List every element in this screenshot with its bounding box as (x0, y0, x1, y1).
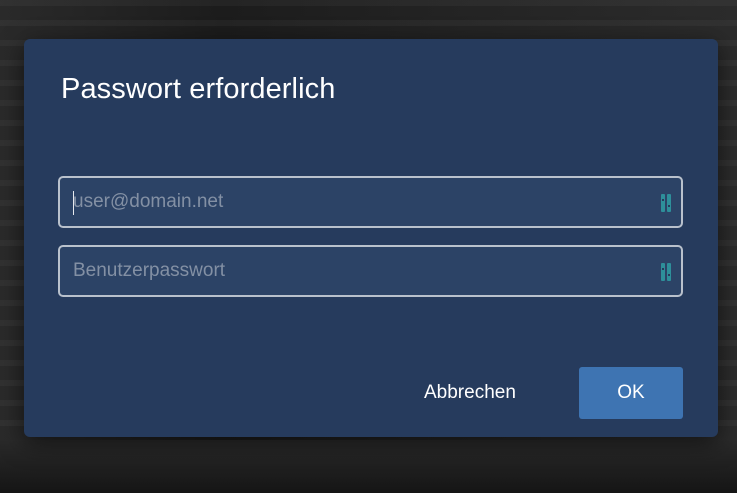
background-band (0, 440, 737, 493)
password-manager-icon[interactable] (660, 192, 672, 214)
dialog-title: Passwort erforderlich (61, 73, 336, 105)
password-manager-icon[interactable] (660, 261, 672, 283)
password-field[interactable] (58, 245, 683, 297)
password-input[interactable] (60, 247, 681, 295)
text-caret (73, 191, 74, 215)
username-input[interactable] (60, 178, 681, 226)
cancel-button[interactable]: Abbrechen (416, 367, 524, 419)
ok-button[interactable]: OK (579, 367, 683, 419)
password-dialog: Passwort erforderlich Abbrechen OK (24, 39, 718, 437)
username-field[interactable] (58, 176, 683, 228)
